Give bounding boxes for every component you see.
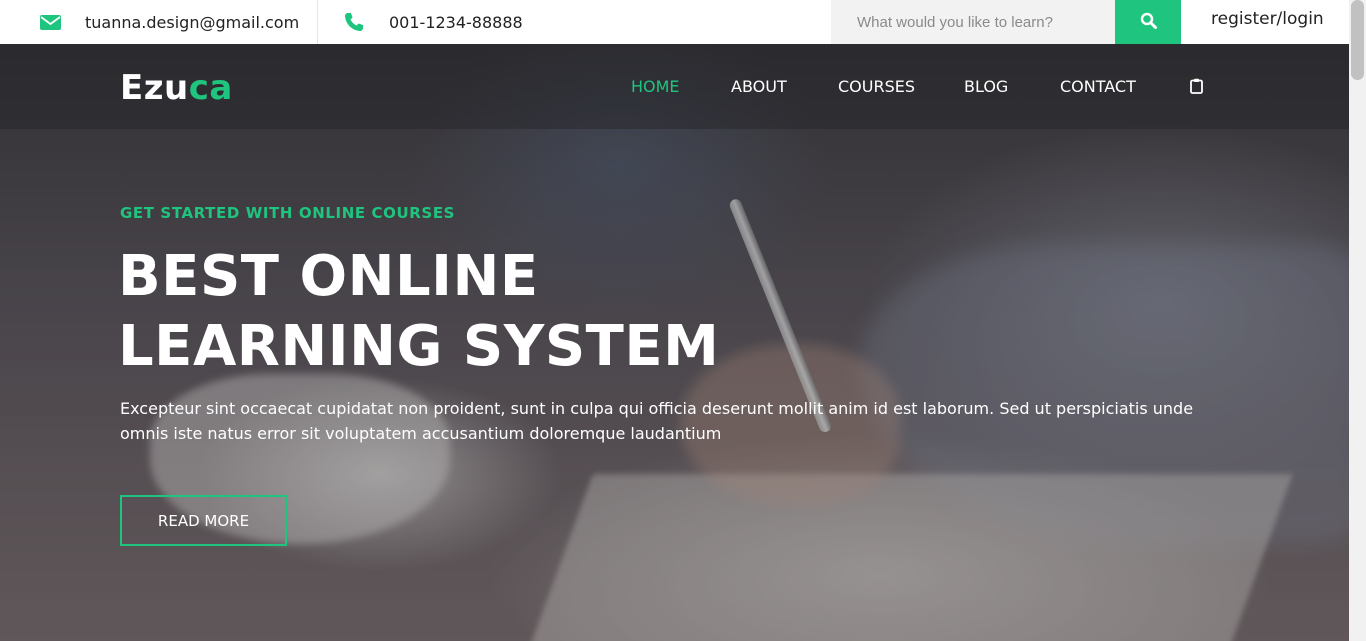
email-contact: tuanna.design@gmail.com (0, 0, 318, 44)
scrollbar-thumb[interactable] (1351, 0, 1364, 80)
email-text[interactable]: tuanna.design@gmail.com (85, 13, 299, 32)
main-navbar: Ezuca HOME ABOUT COURSES BLOG CONTACT (0, 44, 1349, 129)
contact-info: tuanna.design@gmail.com 001-1234-88888 (0, 0, 523, 44)
brand-logo[interactable]: Ezuca (120, 68, 233, 108)
hero-kicker: GET STARTED WITH ONLINE COURSES (120, 204, 456, 222)
phone-contact: 001-1234-88888 (318, 0, 523, 44)
brand-logo-part1: Ezu (120, 68, 189, 108)
clipboard-icon[interactable] (1188, 77, 1204, 95)
envelope-icon (38, 12, 62, 32)
search-bar (831, 0, 1181, 44)
nav-item-about[interactable]: ABOUT (731, 77, 787, 96)
nav-item-contact[interactable]: CONTACT (1060, 77, 1136, 96)
hero-title-line2: LEARNING SYSTEM (118, 314, 720, 379)
nav-item-courses[interactable]: COURSES (838, 77, 915, 96)
nav-item-home[interactable]: HOME (631, 77, 680, 96)
register-login-link[interactable]: register/login (1211, 9, 1324, 29)
page-scrollbar[interactable] (1349, 0, 1366, 641)
brand-logo-part2: ca (188, 68, 233, 108)
hero-title-line1: BEST ONLINE (118, 244, 539, 309)
search-input[interactable] (831, 0, 1115, 44)
search-button[interactable] (1115, 0, 1181, 44)
read-more-button[interactable]: READ MORE (120, 495, 287, 546)
top-bar: tuanna.design@gmail.com 001-1234-88888 r… (0, 0, 1349, 44)
hero-description: Excepteur sint occaecat cupidatat non pr… (120, 399, 1194, 443)
search-icon (1140, 12, 1157, 32)
phone-icon (342, 12, 366, 32)
nav-item-blog[interactable]: BLOG (964, 77, 1008, 96)
hero-title: BEST ONLINE LEARNING SYSTEM (118, 242, 719, 382)
phone-text[interactable]: 001-1234-88888 (389, 13, 523, 32)
